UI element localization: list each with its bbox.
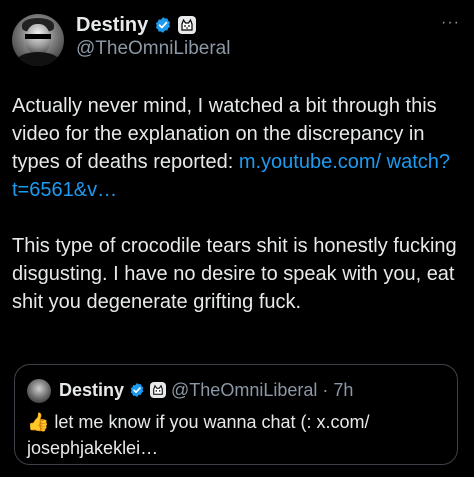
- quoted-tweet-card[interactable]: Destiny @TheOmniLiberal · 7h 👍 let me kn…: [14, 364, 458, 465]
- more-options-icon[interactable]: ···: [441, 14, 460, 32]
- tweet-paragraph-2: This type of crocodile tears shit is hon…: [12, 235, 457, 313]
- tweet-paragraph-1: Actually never mind, I watched a bit thr…: [12, 92, 464, 204]
- quoted-handle: @TheOmniLiberal: [171, 379, 318, 400]
- tweet-text: Actually never mind, I watched a bit thr…: [12, 92, 464, 316]
- avatar-shoulders: [16, 52, 60, 66]
- quoted-tweet-body: let me know if you wanna chat (: x.com/ …: [27, 412, 370, 458]
- quoted-verified-badge-icon: [130, 383, 144, 397]
- author-avatar[interactable]: [12, 14, 64, 66]
- author-handle[interactable]: @TheOmniLiberal: [76, 38, 230, 60]
- quoted-separator: ·: [322, 379, 329, 400]
- author-name-row: Destiny: [76, 12, 197, 38]
- avatar-face: [26, 24, 50, 54]
- quoted-timestamp: 7h: [333, 379, 354, 400]
- quoted-affiliate-badge-icon: [150, 382, 167, 398]
- author-display-name[interactable]: Destiny: [76, 14, 148, 37]
- affiliate-badge-icon: [178, 16, 197, 34]
- quoted-author-row: Destiny @TheOmniLiberal · 7h: [59, 377, 353, 403]
- quoted-tweet-text: 👍 let me know if you wanna chat (: x.com…: [27, 409, 447, 461]
- thumbs-up-emoji-icon: 👍: [27, 412, 50, 432]
- quoted-author-avatar: [27, 379, 51, 403]
- verified-badge-icon: [156, 17, 171, 33]
- avatar-censor-bar: [25, 34, 51, 39]
- quoted-display-name: Destiny: [59, 379, 125, 400]
